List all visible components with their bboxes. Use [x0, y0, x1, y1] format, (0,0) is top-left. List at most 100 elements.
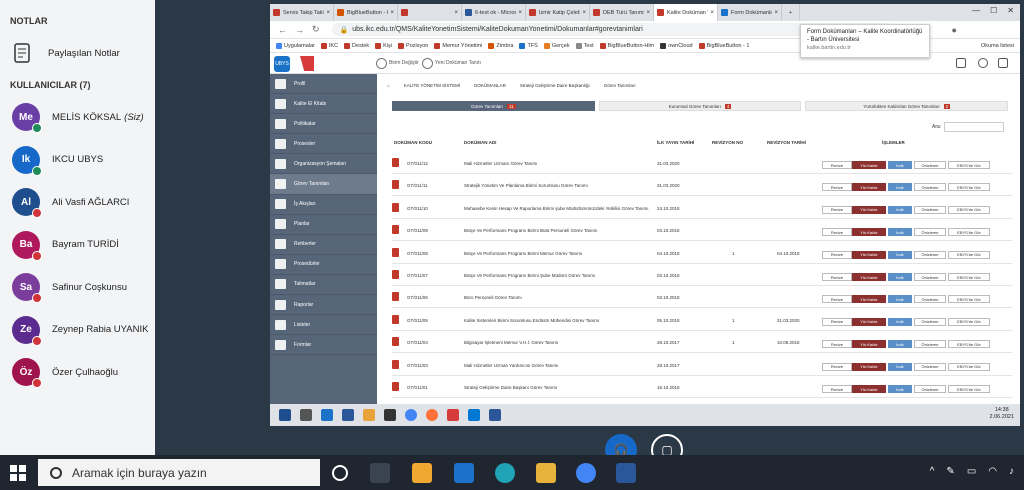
- bookmark-item[interactable]: Destek: [344, 42, 369, 49]
- sidebar-item[interactable]: Talimatlar: [270, 275, 377, 296]
- browser-tab[interactable]: İzmir Katip Çelebi Üni×: [526, 4, 590, 21]
- column-header[interactable]: İLK YAYIN TARİHİ: [657, 140, 694, 145]
- action-button-2[interactable]: İndir: [888, 317, 912, 326]
- breadcrumb-item[interactable]: DOKÜMANLAR: [474, 83, 506, 88]
- action-button-3[interactable]: Önizleme: [914, 385, 946, 393]
- sidebar-item[interactable]: Kalite El Kitabı: [270, 94, 377, 115]
- action-button-0[interactable]: Revize: [822, 183, 852, 192]
- sidebar-item[interactable]: Prosesler: [270, 134, 377, 155]
- action-button-1[interactable]: Yür.Kaldır: [852, 362, 886, 371]
- action-button-4[interactable]: EBYS'de Gör: [948, 161, 990, 169]
- action-button-1[interactable]: Yür.Kaldır: [852, 250, 886, 259]
- action-button-1[interactable]: Yür.Kaldır: [852, 340, 886, 349]
- action-button-1[interactable]: Yür.Kaldır: [852, 205, 886, 214]
- folder-icon[interactable]: [536, 463, 556, 483]
- action-button-2[interactable]: İndir: [888, 385, 912, 393]
- browser-tab[interactable]: 6-test ok - Microsoft×: [462, 4, 526, 21]
- sidebar-item[interactable]: Profil: [270, 74, 377, 95]
- sidebar-item[interactable]: Politikalar: [270, 114, 377, 135]
- sidebar-item[interactable]: Görev Tanımları: [270, 174, 377, 195]
- action-button-1[interactable]: Yür.Kaldır: [852, 228, 886, 237]
- action-button-4[interactable]: EBYS'de Gör: [948, 273, 990, 281]
- bookmark-item[interactable]: TFS: [519, 42, 538, 49]
- shared-notes-item[interactable]: Paylaşılan Notlar: [12, 42, 120, 64]
- pen-icon[interactable]: ✎: [946, 466, 954, 477]
- change-unit-button[interactable]: Birim Değiştir: [376, 57, 419, 69]
- action-button-1[interactable]: Yür.Kaldır: [852, 317, 886, 326]
- close-tab-icon[interactable]: ×: [646, 10, 650, 16]
- action-button-2[interactable]: İndir: [888, 161, 912, 169]
- mail-icon[interactable]: [454, 463, 474, 483]
- cortana-icon[interactable]: [332, 465, 348, 481]
- word-icon[interactable]: [616, 463, 636, 483]
- bookmark-item[interactable]: Kişi: [375, 42, 392, 49]
- user-item[interactable]: Öz Özer Çulhaoğlu: [12, 358, 118, 388]
- action-button-0[interactable]: Revize: [822, 228, 852, 237]
- action-button-0[interactable]: Revize: [822, 295, 852, 304]
- action-button-3[interactable]: Önizleme: [914, 161, 946, 169]
- store-icon[interactable]: [412, 463, 432, 483]
- breadcrumb-item[interactable]: Strateji Geliştirme Daire Başkanlığı: [520, 83, 590, 88]
- grid-icon[interactable]: [998, 58, 1008, 68]
- action-button-2[interactable]: İndir: [888, 273, 912, 281]
- user-item[interactable]: Me MELİS KÖKSAL (Siz): [12, 103, 144, 133]
- bookmark-item[interactable]: Memur Yönetimi: [434, 42, 482, 49]
- action-button-2[interactable]: İndir: [888, 340, 912, 349]
- browser-tab[interactable]: Servis Takip Takip İşlem×: [270, 4, 334, 21]
- wifi-icon[interactable]: ◠: [988, 466, 997, 477]
- action-button-2[interactable]: İndir: [888, 183, 912, 192]
- action-button-4[interactable]: EBYS'de Gör: [948, 385, 990, 393]
- sidebar-item[interactable]: İş Akışları: [270, 195, 377, 215]
- new-document-button[interactable]: Yeni Doküman Tanıtı: [422, 57, 481, 69]
- sidebar-item[interactable]: Rehberler: [270, 235, 377, 255]
- user-item[interactable]: Ba Bayram TURİDİ: [12, 230, 119, 261]
- close-tab-icon[interactable]: ×: [518, 10, 522, 16]
- firefox-icon[interactable]: [426, 409, 438, 421]
- close-icon[interactable]: ✕: [1007, 6, 1014, 15]
- bookmark-item[interactable]: Uygulamalar: [276, 42, 315, 49]
- subtab[interactable]: Görev Tanımları 11: [392, 101, 595, 111]
- globe-icon[interactable]: [978, 58, 988, 68]
- action-button-0[interactable]: Revize: [822, 250, 852, 259]
- action-button-1[interactable]: Yür.Kaldır: [852, 273, 886, 281]
- bookmark-item[interactable]: Gerçek: [543, 42, 570, 49]
- new-tab-button[interactable]: +: [782, 4, 800, 21]
- app-icon[interactable]: [342, 409, 354, 421]
- action-button-0[interactable]: Revize: [822, 362, 852, 371]
- close-tab-icon[interactable]: ×: [774, 10, 778, 16]
- store-icon[interactable]: [384, 409, 396, 421]
- action-button-1[interactable]: Yür.Kaldır: [852, 183, 886, 192]
- action-button-4[interactable]: EBYS'de Gör: [948, 205, 990, 214]
- action-button-2[interactable]: İndir: [888, 295, 912, 304]
- chrome-icon[interactable]: [405, 409, 417, 421]
- action-button-2[interactable]: İndir: [888, 250, 912, 259]
- taskbar-search[interactable]: Aramak için buraya yazın: [38, 459, 320, 486]
- minimize-icon[interactable]: —: [972, 6, 980, 15]
- action-button-3[interactable]: Önizleme: [914, 273, 946, 281]
- action-button-4[interactable]: EBYS'de Gör: [948, 183, 990, 192]
- taskview-icon[interactable]: [300, 409, 312, 421]
- close-tab-icon[interactable]: ×: [710, 10, 714, 16]
- action-button-3[interactable]: Önizleme: [914, 317, 946, 326]
- reading-list[interactable]: Okuma listesi: [981, 43, 1014, 49]
- close-tab-icon[interactable]: ×: [326, 10, 330, 16]
- action-button-4[interactable]: EBYS'de Gör: [948, 362, 990, 371]
- action-button-3[interactable]: Önizleme: [914, 183, 946, 192]
- sidebar-item[interactable]: Organizasyon Şemaları: [270, 154, 377, 175]
- bookmark-item[interactable]: ownCloud: [660, 42, 693, 49]
- maximize-icon[interactable]: ☐: [990, 6, 997, 15]
- volume-icon[interactable]: ♪: [1009, 466, 1014, 477]
- action-button-3[interactable]: Önizleme: [914, 205, 946, 214]
- browser-tab[interactable]: BigBlueButton - 6 ×: [334, 4, 398, 21]
- column-header[interactable]: REVİZYON NO: [712, 140, 743, 145]
- browser-tab[interactable]: Kalite Doküman Yöne×: [654, 4, 718, 21]
- bookmark-item[interactable]: BigBlueButton - 1: [698, 42, 749, 49]
- user-item[interactable]: Al Ali Vasfi AĞLARCI: [12, 188, 129, 218]
- action-button-3[interactable]: Önizleme: [914, 228, 946, 237]
- mail-icon[interactable]: [321, 409, 333, 421]
- action-button-0[interactable]: Revize: [822, 205, 852, 214]
- close-tab-icon[interactable]: ×: [454, 10, 458, 16]
- action-button-4[interactable]: EBYS'de Gör: [948, 228, 990, 237]
- breadcrumb-item[interactable]: KALİTE YÖNETİM SİSTEMİ: [404, 83, 460, 88]
- action-button-1[interactable]: Yür.Kaldır: [852, 385, 886, 393]
